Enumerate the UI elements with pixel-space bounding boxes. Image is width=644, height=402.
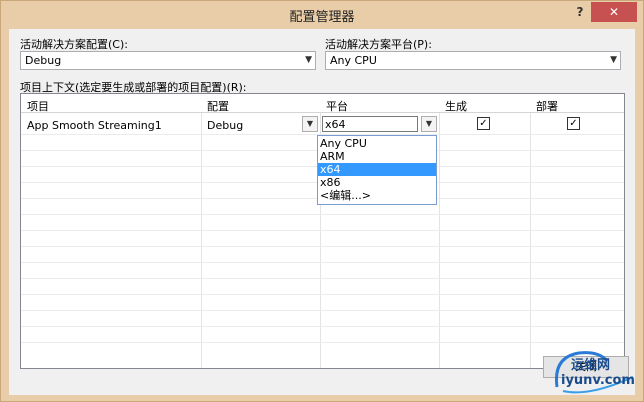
config-manager-window: 配置管理器 ? ✕ 活动解决方案配置(C): Debug ▼ 活动解决方案平台(… [0,0,644,402]
watermark-url: iyunv.com [561,373,635,388]
row-divider [21,342,624,343]
row-divider [21,214,624,215]
column-header-deploy: 部署 [536,100,558,113]
solution-config-combo[interactable]: Debug ▼ [20,51,316,70]
row-divider [21,326,624,327]
help-button[interactable]: ? [571,3,589,21]
row-divider [21,246,624,247]
platform-dropdown-button[interactable]: ▼ [421,116,437,132]
row-divider [21,278,624,279]
column-divider [201,94,202,368]
row-divider [21,310,624,311]
dropdown-option-arm[interactable]: ARM [318,150,436,163]
platform-dropdown-list: Any CPU ARM x64 x86 <编辑...> [317,135,437,205]
solution-platform-combo[interactable]: Any CPU ▼ [325,51,621,70]
dropdown-option-edit[interactable]: <编辑...> [318,189,436,202]
dropdown-option-x64[interactable]: x64 [318,163,436,176]
chevron-down-icon: ▼ [305,55,312,65]
watermark-name: 运维网 [571,358,611,373]
window-title: 配置管理器 [289,10,355,25]
title-bar: 配置管理器 ? ✕ [1,1,643,28]
platform-cell-value: x64 [325,118,346,131]
chevron-down-icon: ▼ [610,55,617,65]
dropdown-option-any-cpu[interactable]: Any CPU [318,137,436,150]
solution-platform-label: 活动解决方案平台(P): [325,38,432,51]
solution-platform-value: Any CPU [330,54,377,67]
config-cell-value[interactable]: Debug [207,119,243,132]
column-header-build: 生成 [445,100,467,113]
row-divider [21,262,624,263]
column-header-config: 配置 [207,100,229,113]
grid-header: 项目 配置 平台 生成 部署 [21,94,624,113]
row-divider [21,294,624,295]
column-divider [439,94,440,368]
row-divider [21,230,624,231]
project-name-cell[interactable]: App Smooth Streaming1 [27,119,162,132]
close-window-button[interactable]: ✕ [591,2,637,22]
column-header-platform: 平台 [326,100,348,113]
solution-config-label: 活动解决方案配置(C): [20,38,128,51]
solution-config-value: Debug [25,54,62,67]
column-header-project: 项目 [27,100,49,113]
deploy-checkbox[interactable]: ✓ [567,117,580,130]
dialog-content: 活动解决方案配置(C): Debug ▼ 活动解决方案平台(P): Any CP… [9,29,635,395]
build-checkbox[interactable]: ✓ [477,117,490,130]
platform-cell-editor[interactable]: x64 [322,116,418,132]
column-divider [530,94,531,368]
config-dropdown-button[interactable]: ▼ [302,116,318,132]
dropdown-option-x86[interactable]: x86 [318,176,436,189]
